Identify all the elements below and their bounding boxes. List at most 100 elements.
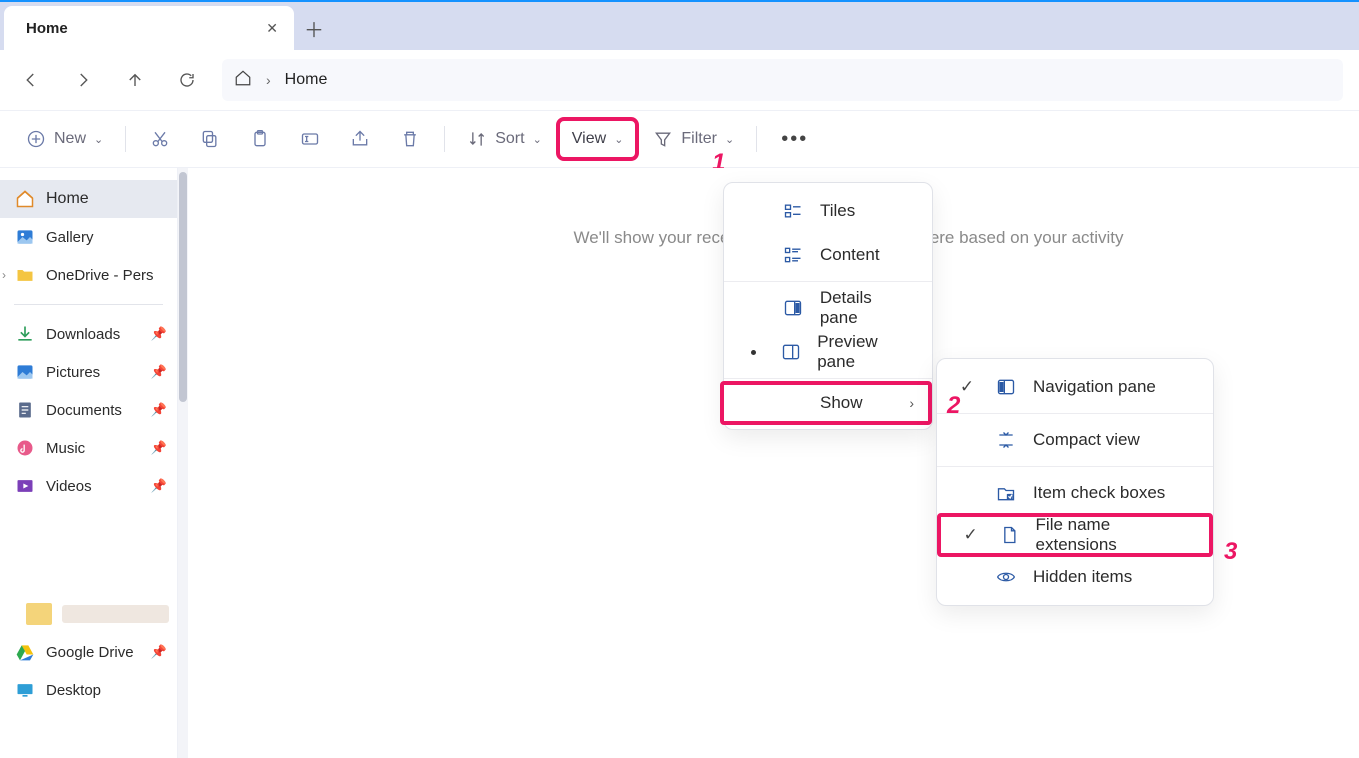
separator bbox=[14, 304, 163, 305]
sidebar-item-blur[interactable] bbox=[0, 595, 177, 633]
details-pane-icon bbox=[782, 298, 804, 318]
up-button[interactable] bbox=[110, 60, 160, 100]
folder-icon bbox=[14, 264, 36, 286]
sidebar-item-videos[interactable]: Videos 📌 bbox=[0, 467, 177, 505]
tiles-icon bbox=[782, 201, 804, 221]
pictures-icon bbox=[14, 361, 36, 383]
download-icon bbox=[14, 323, 36, 345]
home-icon bbox=[234, 69, 252, 92]
sidebar-item-label: Google Drive bbox=[46, 644, 134, 661]
sidebar-item-label: Gallery bbox=[46, 229, 94, 246]
show-submenu: ✓ Navigation pane Compact view Item chec… bbox=[936, 358, 1214, 606]
separator bbox=[937, 413, 1213, 414]
delete-button[interactable] bbox=[386, 119, 434, 159]
menu-item-label: Preview pane bbox=[817, 332, 914, 372]
close-icon[interactable]: ✕ bbox=[262, 16, 282, 41]
breadcrumb[interactable]: › Home bbox=[222, 59, 1343, 101]
menu-item-hidden[interactable]: Hidden items bbox=[937, 555, 1213, 599]
chevron-down-icon: ⌄ bbox=[533, 133, 542, 146]
share-button[interactable] bbox=[336, 119, 384, 159]
document-icon bbox=[14, 399, 36, 421]
folder-icon bbox=[26, 603, 52, 625]
breadcrumb-text: Home bbox=[285, 71, 328, 89]
menu-item-preview-pane[interactable]: Preview pane bbox=[724, 330, 932, 374]
filter-button[interactable]: Filter ⌄ bbox=[641, 119, 746, 159]
content-icon bbox=[782, 245, 804, 265]
sidebar-item-label: Desktop bbox=[46, 682, 101, 699]
view-button[interactable]: View ⌄ bbox=[556, 117, 640, 161]
more-button[interactable]: ••• bbox=[767, 128, 822, 151]
pin-icon: 📌 bbox=[151, 402, 167, 418]
sidebar-item-documents[interactable]: Documents 📌 bbox=[0, 391, 177, 429]
menu-item-compact[interactable]: Compact view bbox=[937, 418, 1213, 462]
content-area: We'll show your recent files and other c… bbox=[178, 168, 1359, 758]
back-button[interactable] bbox=[6, 60, 56, 100]
video-icon bbox=[14, 475, 36, 497]
radio-selected-icon bbox=[742, 350, 765, 355]
menu-item-details-pane[interactable]: Details pane bbox=[724, 286, 932, 330]
menu-item-checkboxes[interactable]: Item check boxes bbox=[937, 471, 1213, 515]
separator bbox=[444, 126, 445, 152]
separator bbox=[724, 378, 932, 379]
pin-icon: 📌 bbox=[151, 440, 167, 456]
sidebar-item-onedrive[interactable]: › OneDrive - Pers bbox=[0, 256, 177, 294]
copy-button[interactable] bbox=[186, 119, 234, 159]
desktop-icon bbox=[14, 679, 36, 701]
home-icon bbox=[14, 188, 36, 210]
annotation-3: 3 bbox=[1224, 538, 1237, 566]
menu-item-label: File name extensions bbox=[1036, 515, 1191, 555]
music-icon bbox=[14, 437, 36, 459]
sidebar-item-downloads[interactable]: Downloads 📌 bbox=[0, 315, 177, 353]
sidebar-item-home[interactable]: Home bbox=[0, 180, 177, 218]
sort-button[interactable]: Sort ⌄ bbox=[455, 119, 554, 159]
menu-item-label: Compact view bbox=[1033, 430, 1140, 450]
menu-item-label: Details pane bbox=[820, 288, 914, 328]
view-menu: Tiles Content Details pane Preview pane bbox=[723, 182, 933, 430]
separator bbox=[937, 466, 1213, 467]
sort-label: Sort bbox=[495, 130, 524, 148]
menu-item-label: Item check boxes bbox=[1033, 483, 1165, 503]
checkbox-icon bbox=[995, 483, 1017, 503]
menu-item-content[interactable]: Content bbox=[724, 233, 932, 277]
pin-icon: 📌 bbox=[151, 326, 167, 342]
sidebar-item-desktop[interactable]: Desktop bbox=[0, 671, 177, 709]
check-icon: ✓ bbox=[959, 525, 982, 545]
menu-item-label: Content bbox=[820, 245, 880, 265]
preview-pane-icon bbox=[781, 342, 802, 362]
rename-button[interactable] bbox=[286, 119, 334, 159]
compact-icon bbox=[995, 430, 1017, 450]
menu-item-show[interactable]: Show › bbox=[720, 381, 932, 425]
new-button[interactable]: New ⌄ bbox=[14, 119, 115, 159]
new-tab-button[interactable]: ＋ bbox=[294, 6, 334, 50]
menu-item-label: Hidden items bbox=[1033, 567, 1132, 587]
tab-bar: Home ✕ ＋ bbox=[0, 0, 1359, 50]
sidebar-item-label: Downloads bbox=[46, 326, 120, 343]
sidebar-item-gallery[interactable]: Gallery bbox=[0, 218, 177, 256]
filter-label: Filter bbox=[681, 130, 717, 148]
sidebar: Home Gallery › OneDrive - Pers Downloads… bbox=[0, 168, 178, 758]
refresh-button[interactable] bbox=[162, 60, 212, 100]
menu-item-nav-pane[interactable]: ✓ Navigation pane bbox=[937, 365, 1213, 409]
sidebar-item-label: OneDrive - Pers bbox=[46, 267, 154, 284]
sidebar-item-googledrive[interactable]: Google Drive 📌 bbox=[0, 633, 177, 671]
chevron-down-icon: ⌄ bbox=[614, 133, 623, 146]
new-label: New bbox=[54, 130, 86, 148]
cut-button[interactable] bbox=[136, 119, 184, 159]
chevron-right-icon: › bbox=[266, 72, 271, 88]
separator bbox=[756, 126, 757, 152]
googledrive-icon bbox=[14, 641, 36, 663]
sidebar-item-label bbox=[62, 605, 169, 623]
tab-home[interactable]: Home ✕ bbox=[4, 6, 294, 50]
menu-item-tiles[interactable]: Tiles bbox=[724, 189, 932, 233]
sidebar-item-label: Home bbox=[46, 190, 89, 208]
eye-icon bbox=[995, 567, 1017, 587]
sidebar-item-pictures[interactable]: Pictures 📌 bbox=[0, 353, 177, 391]
gallery-icon bbox=[14, 226, 36, 248]
address-bar: › Home bbox=[0, 50, 1359, 110]
paste-button[interactable] bbox=[236, 119, 284, 159]
forward-button[interactable] bbox=[58, 60, 108, 100]
sidebar-item-music[interactable]: Music 📌 bbox=[0, 429, 177, 467]
menu-item-extensions[interactable]: ✓ File name extensions bbox=[937, 513, 1213, 557]
body: Home Gallery › OneDrive - Pers Downloads… bbox=[0, 168, 1359, 758]
toolbar: New ⌄ Sort ⌄ View ⌄ Filter ⌄ ••• 1 bbox=[0, 110, 1359, 168]
